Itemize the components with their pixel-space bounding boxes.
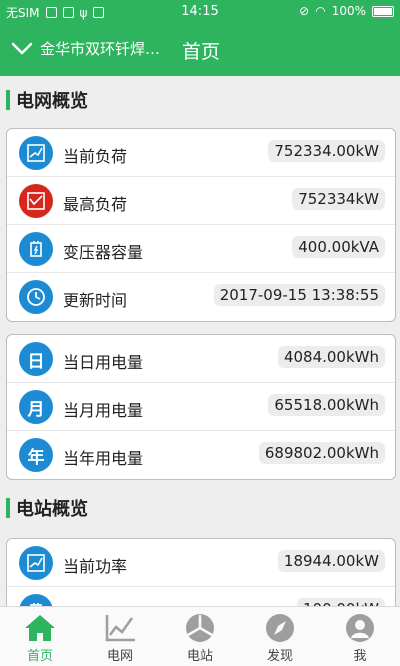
section-marker xyxy=(6,498,10,518)
app-bar: 金华市双环钎焊… 首页 xyxy=(0,24,400,76)
day-icon: 日 xyxy=(19,342,53,376)
row-value: 689802.00kWh xyxy=(258,442,385,464)
clock-icon xyxy=(19,280,53,314)
tab-grid[interactable]: 电网 xyxy=(80,607,160,666)
row-label: 变压器容量 xyxy=(63,243,144,262)
year-icon: 年 xyxy=(19,438,53,472)
grid-usage-card: 日 当日用电量 4084.00kWh 月 当月用电量 65518.00kWh 年… xyxy=(6,334,396,480)
section-marker xyxy=(6,90,10,110)
month-icon: 月 xyxy=(19,390,53,424)
tab-home[interactable]: 首页 xyxy=(0,607,80,666)
row-value: 4084.00kWh xyxy=(277,346,385,368)
grid-load-card: 当前负荷 752334.00kW 最高负荷 752334kW 变压器容量 400… xyxy=(6,128,396,322)
page-title: 首页 xyxy=(182,41,221,63)
tab-label: 电站 xyxy=(186,649,213,664)
battery-icon xyxy=(372,5,394,17)
tab-bar: 首页 电网 电站 发现 我 xyxy=(0,606,400,666)
row-label: 最高负荷 xyxy=(63,195,128,214)
row-value: 752334.00kW xyxy=(268,140,385,162)
station-selector[interactable]: 金华市双环钎焊… xyxy=(10,38,160,59)
list-item: 更新时间 2017-09-15 13:38:55 xyxy=(7,273,395,321)
tab-label: 首页 xyxy=(26,649,53,664)
main-content[interactable]: 电网概览 当前负荷 752334.00kW 最高负荷 752334kW 变压器容… xyxy=(0,76,400,616)
section-title-text: 电网概览 xyxy=(16,91,88,112)
row-value: 400.00kVA xyxy=(292,236,385,258)
row-label: 当年用电量 xyxy=(63,449,144,468)
row-value: 18944.00kW xyxy=(277,550,385,572)
tab-discover[interactable]: 发现 xyxy=(240,607,320,666)
list-item: 日 当日用电量 4084.00kWh xyxy=(7,335,395,383)
list-item: 年 当年用电量 689802.00kWh xyxy=(7,431,395,479)
section-title-text: 电站概览 xyxy=(16,499,88,520)
battery-percent: 100% xyxy=(331,4,366,18)
row-value: 65518.00kWh xyxy=(268,394,385,416)
tab-station[interactable]: 电站 xyxy=(160,607,240,666)
list-item: 当前负荷 752334.00kW xyxy=(7,129,395,177)
chart-icon xyxy=(19,546,53,580)
chart-icon xyxy=(19,184,53,218)
section-station-overview: 电站概览 xyxy=(6,494,88,522)
tab-label: 我 xyxy=(353,649,367,664)
row-label: 当前负荷 xyxy=(63,147,128,166)
station-icon xyxy=(186,614,214,642)
station-name: 金华市双环钎焊… xyxy=(40,40,161,58)
station-card: 当前功率 18944.00kW 装机容量 100.00kW xyxy=(6,538,396,616)
transformer-icon xyxy=(19,232,53,266)
row-value: 2017-09-15 13:38:55 xyxy=(213,284,385,306)
grid-chart-icon xyxy=(105,615,135,642)
row-label: 当日用电量 xyxy=(63,353,144,372)
wifi-icon: ◠ xyxy=(315,4,326,18)
section-grid-overview: 电网概览 xyxy=(6,86,88,114)
row-label: 当月用电量 xyxy=(63,401,144,420)
list-item: 最高负荷 752334kW xyxy=(7,177,395,225)
compass-icon xyxy=(266,614,294,642)
home-icon xyxy=(25,615,55,641)
list-item: 变压器容量 400.00kVA xyxy=(7,225,395,273)
mute-icon: ⊘ xyxy=(299,4,310,18)
tab-me[interactable]: 我 xyxy=(320,607,400,666)
row-label: 更新时间 xyxy=(63,291,128,310)
tab-label: 电网 xyxy=(106,649,133,664)
status-bar: 无SIM ψ 14:15 ⊘ ◠ 100% xyxy=(0,0,400,24)
chevron-down-icon xyxy=(11,42,33,54)
chart-icon xyxy=(19,136,53,170)
row-value: 752334kW xyxy=(292,188,385,210)
list-item: 当前功率 18944.00kW xyxy=(7,539,395,587)
list-item: 月 当月用电量 65518.00kWh xyxy=(7,383,395,431)
row-label: 当前功率 xyxy=(63,557,128,576)
tab-label: 发现 xyxy=(266,649,293,664)
user-icon xyxy=(346,614,374,642)
